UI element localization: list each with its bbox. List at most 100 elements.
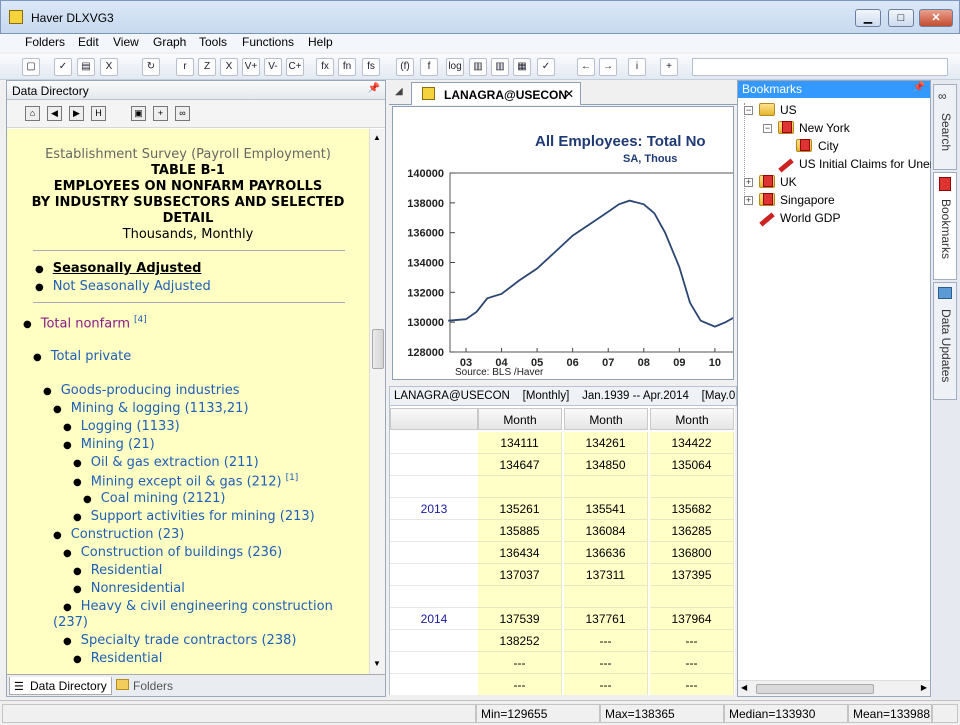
directory-item[interactable]: ● Mining & logging (1133,21) <box>53 401 249 416</box>
option-not-seasonally-adjusted[interactable]: ● Not Seasonally Adjusted <box>35 279 211 294</box>
table-cell[interactable]: 135261 <box>478 498 562 520</box>
directory-scrollbar[interactable]: ▲ ▼ <box>369 129 385 674</box>
menu-graph[interactable]: Graph <box>153 35 186 49</box>
table-cell[interactable]: 136434 <box>478 542 562 564</box>
tree-item-us-claims[interactable]: US Initial Claims for Uner <box>799 157 934 171</box>
table-cell[interactable]: --- <box>478 674 562 695</box>
directory-item[interactable]: ● Construction (23) <box>53 527 184 542</box>
menu-tools[interactable]: Tools <box>199 35 227 49</box>
table-cell[interactable]: 136800 <box>650 542 734 564</box>
directory-item[interactable]: ● Oil & gas extraction (211) <box>73 455 259 470</box>
menu-view[interactable]: View <box>113 35 139 49</box>
table-cell[interactable] <box>650 586 734 608</box>
option-seasonally-adjusted[interactable]: ● Seasonally Adjusted <box>35 261 201 276</box>
log-icon[interactable]: log <box>446 58 464 76</box>
table-cell[interactable]: --- <box>650 674 734 695</box>
column-header[interactable]: Month <box>478 408 562 430</box>
expand-icon[interactable]: + <box>744 178 753 187</box>
directory-item[interactable]: ● Goods-producing industries <box>43 383 240 398</box>
fn-icon[interactable]: fn <box>338 58 356 76</box>
history-icon[interactable]: H <box>91 106 106 121</box>
directory-item[interactable]: ● Mining (21) <box>63 437 155 452</box>
tab-folders[interactable]: Folders <box>113 677 177 695</box>
directory-item[interactable]: ● Coal mining (2121) <box>83 491 225 506</box>
directory-item[interactable]: ● Residential <box>73 563 162 578</box>
c-plus-icon[interactable]: C+ <box>286 58 304 76</box>
info-icon[interactable]: i <box>628 58 646 76</box>
bar-chart-icon[interactable]: ▥ <box>469 58 487 76</box>
tree-item-new-york[interactable]: New York <box>799 121 850 135</box>
chart-icon[interactable]: ✓ <box>54 58 72 76</box>
open-folder-icon[interactable]: ▤ <box>77 58 95 76</box>
scroll-thumb[interactable] <box>372 329 384 369</box>
table-cell[interactable]: 136084 <box>564 520 648 542</box>
pin-icon[interactable]: 📌 <box>913 82 925 93</box>
home-icon[interactable]: ⌂ <box>25 106 40 121</box>
x-icon[interactable]: X <box>220 58 238 76</box>
check-chart-icon[interactable]: ✓ <box>537 58 555 76</box>
tree-item-uk[interactable]: UK <box>780 175 797 189</box>
side-tab-search[interactable]: ∞ Search <box>933 84 957 170</box>
tree-item-city[interactable]: City <box>818 139 839 153</box>
close-tab-icon[interactable]: ✕ <box>564 87 574 101</box>
scroll-right-icon[interactable]: ▶ <box>921 683 927 692</box>
directory-item[interactable]: ● Nonresidential <box>73 581 185 596</box>
directory-item[interactable]: ● Logging (1133) <box>63 419 180 434</box>
menu-functions[interactable]: Functions <box>242 35 294 49</box>
collapse-icon[interactable]: − <box>763 124 772 133</box>
directory-item[interactable]: ● Mining except oil & gas (212) [1] <box>73 473 298 489</box>
add-doc-icon[interactable]: + <box>153 106 168 121</box>
bookmarks-hscrollbar[interactable]: ◀ ▶ <box>738 680 930 696</box>
binoculars-icon[interactable]: ∞ <box>175 106 190 121</box>
expand-icon[interactable]: + <box>744 196 753 205</box>
table-cell[interactable]: --- <box>650 630 734 652</box>
table-cell[interactable]: 134261 <box>564 432 648 454</box>
minimize-button[interactable]: ▁ <box>855 9 881 27</box>
table-cell[interactable]: --- <box>650 652 734 674</box>
new-icon[interactable]: ▢ <box>22 58 40 76</box>
directory-item[interactable]: ● Total private <box>33 349 131 364</box>
scroll-up-icon[interactable]: ▲ <box>373 133 381 142</box>
side-tab-bookmarks[interactable]: Bookmarks <box>933 172 957 280</box>
monitor-icon[interactable]: ▣ <box>131 106 146 121</box>
column-header[interactable]: Month <box>564 408 648 430</box>
table-cell[interactable]: 137395 <box>650 564 734 586</box>
table-cell[interactable] <box>564 586 648 608</box>
tree-item-world-gdp[interactable]: World GDP <box>780 211 840 225</box>
scroll-left-icon[interactable]: ◀ <box>741 683 747 692</box>
fsa-icon[interactable]: fs <box>362 58 380 76</box>
table-cell[interactable]: 134422 <box>650 432 734 454</box>
table-cell[interactable]: 135064 <box>650 454 734 476</box>
table-cell[interactable]: 135682 <box>650 498 734 520</box>
directory-item[interactable]: ● Support activities for mining (213) <box>73 509 315 524</box>
back-arrow-icon[interactable]: ← <box>577 58 595 76</box>
table-cell[interactable] <box>650 476 734 498</box>
line-chart-icon[interactable]: ▦ <box>513 58 531 76</box>
table-cell[interactable]: 137311 <box>564 564 648 586</box>
menu-help[interactable]: Help <box>308 35 333 49</box>
scroll-thumb[interactable] <box>756 684 874 694</box>
r-icon[interactable]: r <box>176 58 194 76</box>
refresh-icon[interactable]: ↻ <box>142 58 160 76</box>
excel-icon[interactable]: X <box>100 58 118 76</box>
directory-item[interactable]: ● Total nonfarm [4] <box>23 315 147 331</box>
column-header[interactable]: Month <box>650 408 734 430</box>
table-cell[interactable] <box>478 476 562 498</box>
f-plus-icon[interactable]: f <box>420 58 438 76</box>
table-cell[interactable]: 136636 <box>564 542 648 564</box>
directory-item-wrap[interactable]: (237) <box>53 615 88 630</box>
pin-icon[interactable]: 📌 <box>368 83 380 94</box>
table-cell[interactable]: 135885 <box>478 520 562 542</box>
table-cell[interactable]: --- <box>564 630 648 652</box>
table-cell[interactable]: 137539 <box>478 608 562 630</box>
table-cell[interactable]: 134647 <box>478 454 562 476</box>
table-cell[interactable]: --- <box>564 652 648 674</box>
tree-item-singapore[interactable]: Singapore <box>780 193 835 207</box>
directory-item[interactable]: ● Residential <box>73 651 162 666</box>
table-cell[interactable]: --- <box>564 674 648 695</box>
side-tab-data-updates[interactable]: Data Updates <box>933 282 957 400</box>
table-cell[interactable] <box>478 586 562 608</box>
maximize-button[interactable]: □ <box>888 9 914 27</box>
table-cell[interactable]: 137037 <box>478 564 562 586</box>
menu-edit[interactable]: Edit <box>78 35 99 49</box>
